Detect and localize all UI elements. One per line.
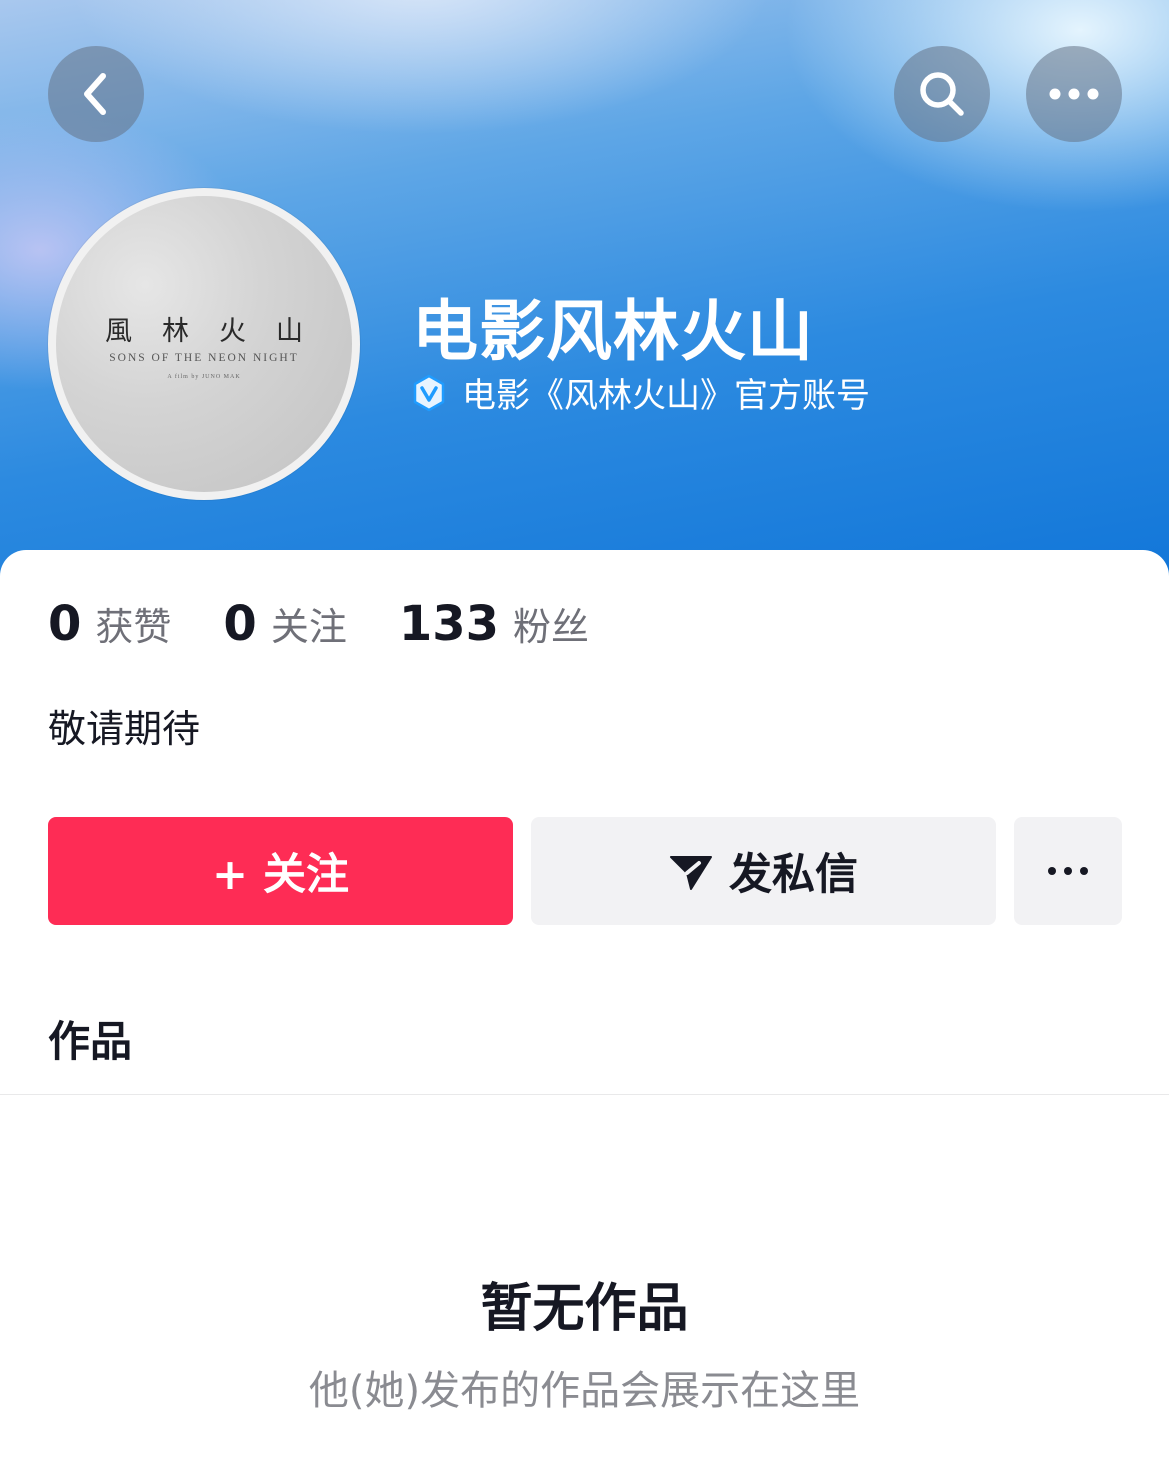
poster-title-en: SONS OF THE NEON NIGHT [109,351,299,364]
stat-following[interactable]: 0 关注 [223,596,346,652]
avatar[interactable]: 風林火山 SONS OF THE NEON NIGHT A film by JU… [48,188,360,500]
stat-label: 粉丝 [513,605,590,649]
stat-value: 133 [398,596,500,652]
poster-credit: A film by JUNO MAK [167,373,241,380]
follow-label: + 关注 [212,850,349,900]
ellipsis-icon [1049,88,1099,100]
tab-works[interactable]: 作品 [48,1008,132,1069]
verified-description: 电影《风林火山》官方账号 [462,376,870,416]
search-icon [920,72,964,116]
profile-stats: 0 获赞 0 关注 133 粉丝 [48,596,641,652]
ellipsis-icon [1048,867,1088,875]
chevron-left-icon [84,73,106,115]
poster-title-cn: 風林火山 [105,315,333,347]
verification-line: 电影《风林火山》官方账号 [410,368,870,417]
follow-button[interactable]: + 关注 [48,817,513,925]
avatar-poster: 風林火山 SONS OF THE NEON NIGHT A film by JU… [56,196,352,492]
empty-state-subtitle: 他(她)发布的作品会展示在这里 [308,1368,861,1414]
send-icon [670,856,712,890]
stat-likes[interactable]: 0 获赞 [48,596,171,652]
empty-state-title: 暂无作品 [480,1279,689,1339]
divider [0,1094,1169,1095]
stat-value: 0 [48,596,82,652]
stat-value: 0 [223,596,257,652]
send-message-button[interactable]: 发私信 [531,817,996,925]
stat-followers[interactable]: 133 粉丝 [399,596,589,652]
search-button[interactable] [894,46,990,142]
more-actions-button[interactable] [1014,817,1122,925]
send-message-label: 发私信 [729,850,858,900]
stat-label: 关注 [270,605,347,649]
profile-name: 电影风林火山 [412,293,814,370]
stat-label: 获赞 [95,605,172,649]
verified-badge-icon [413,374,445,411]
profile-bio: 敬请期待 [48,707,201,751]
more-options-button[interactable] [1026,46,1122,142]
back-button[interactable] [48,46,144,142]
